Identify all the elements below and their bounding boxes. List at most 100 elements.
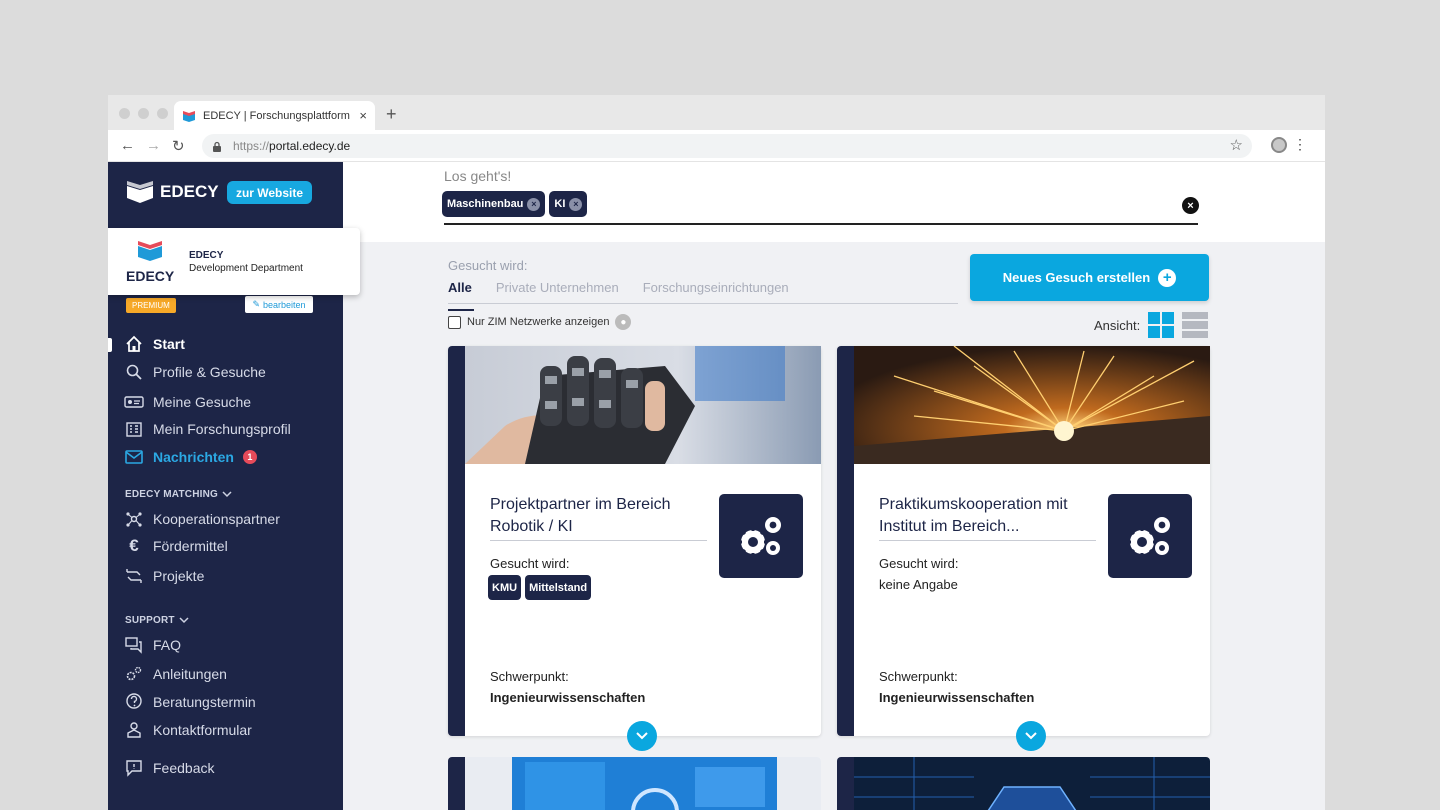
tab-close-icon[interactable]: × xyxy=(359,108,367,123)
chevron-down-icon xyxy=(222,491,232,498)
sidebar-item-label: Kooperationspartner xyxy=(153,511,280,527)
gears-icon xyxy=(1108,494,1192,578)
card-title[interactable]: Praktikumskooperation mit Institut im Be… xyxy=(879,494,1096,541)
card-stripe xyxy=(837,346,854,736)
search-icon xyxy=(124,362,144,382)
sidebar-item-meine-gesuche[interactable]: Meine Gesuche xyxy=(124,392,251,412)
expand-card-button[interactable] xyxy=(627,721,657,751)
active-indicator xyxy=(108,338,112,352)
sidebar-item-start[interactable]: Start xyxy=(124,334,185,354)
tag: KMU xyxy=(488,575,522,600)
sidebar-item-label: Beratungstermin xyxy=(153,694,256,710)
edecy-favicon-icon xyxy=(183,110,195,122)
reload-icon[interactable]: ↻ xyxy=(172,137,185,155)
unread-count-badge: 1 xyxy=(242,450,257,464)
request-card[interactable] xyxy=(448,757,821,810)
robot-hand-image xyxy=(465,346,821,464)
profile-logo: EDECY xyxy=(126,240,174,284)
sidebar-item-projekte[interactable]: Projekte xyxy=(124,566,204,586)
chevron-down-icon xyxy=(636,732,648,740)
gears-icon xyxy=(719,494,803,578)
request-card[interactable] xyxy=(837,757,1210,810)
card-title-line: Institut im Bereich... xyxy=(879,518,1020,535)
tab-private-unternehmen[interactable]: Private Unternehmen xyxy=(496,280,619,303)
sidebar-logo[interactable]: EDECY xyxy=(126,180,219,204)
url-host: portal.edecy.de xyxy=(269,139,351,153)
url-input[interactable]: https:// portal.edecy.de xyxy=(202,134,1252,158)
chip-label: Maschinenbau xyxy=(447,198,524,210)
tab-forschungseinrichtungen[interactable]: Forschungseinrichtungen xyxy=(643,280,789,303)
chat-icon xyxy=(124,635,144,655)
browser-menu-icon[interactable]: ⋮ xyxy=(1293,136,1307,153)
website-button[interactable]: zur Website xyxy=(227,181,312,204)
sidebar-item-label: Profile & Gesuche xyxy=(153,364,266,380)
sidebar-item-nachrichten[interactable]: Nachrichten 1 xyxy=(124,447,257,467)
zim-checkbox[interactable] xyxy=(448,315,461,329)
sidebar-item-faq[interactable]: FAQ xyxy=(124,635,181,655)
browser-profile-avatar[interactable] xyxy=(1271,137,1287,153)
sought-value: keine Angabe xyxy=(879,577,958,592)
globe-icon[interactable]: ● xyxy=(615,314,632,330)
euro-icon: € xyxy=(129,536,139,555)
browser-tab[interactable]: EDECY | Forschungsplattform × xyxy=(174,101,375,130)
edit-profile-button[interactable]: ✎ bearbeiten xyxy=(245,296,313,313)
search-panel: Los geht's! Maschinenbau × KI × × xyxy=(343,162,1325,242)
search-chip[interactable]: Maschinenbau × xyxy=(442,191,546,217)
search-chip[interactable]: KI × xyxy=(549,191,588,217)
minimize-window-dot[interactable] xyxy=(138,108,149,119)
card-title-line: Praktikumskooperation mit xyxy=(879,496,1068,513)
sidebar-item-feedback[interactable]: Feedback xyxy=(124,758,214,778)
sidebar-item-anleitungen[interactable]: Anleitungen xyxy=(124,664,227,684)
sidebar-item-profile-gesuche[interactable]: Profile & Gesuche xyxy=(124,362,266,382)
forward-arrow-icon[interactable]: → xyxy=(146,137,161,154)
focus-label: Schwerpunkt: xyxy=(879,669,958,684)
chip-remove-icon[interactable]: × xyxy=(527,197,541,211)
sidebar-item-forschungsprofil[interactable]: Mein Forschungsprofil xyxy=(124,419,291,439)
browser-window: EDECY | Forschungsplattform × + ← → ↻ ht… xyxy=(108,95,1325,810)
lock-icon xyxy=(213,141,221,152)
expand-card-button[interactable] xyxy=(1016,721,1046,751)
sidebar-item-foerdermittel[interactable]: € Fördermittel xyxy=(124,536,227,556)
new-tab-button[interactable]: + xyxy=(386,104,397,125)
maximize-window-dot[interactable] xyxy=(157,108,168,119)
building-icon xyxy=(124,419,144,439)
sidebar-item-label: Meine Gesuche xyxy=(153,394,252,410)
sidebar-item-label: Start xyxy=(153,336,185,352)
sidebar: EDECY zur Website EDECY EDECY Developmen… xyxy=(108,162,360,810)
profile-card[interactable]: EDECY EDECY Development Department xyxy=(108,228,360,295)
matching-section-toggle[interactable]: EDECY MATCHING xyxy=(125,489,232,500)
id-card-icon xyxy=(124,392,144,412)
profile-logo-text: EDECY xyxy=(126,268,175,284)
chip-remove-icon[interactable]: × xyxy=(569,197,583,211)
card-stripe xyxy=(448,346,465,736)
view-switcher: Ansicht: xyxy=(1094,312,1209,338)
bookmark-star-icon[interactable]: ☆ xyxy=(1230,136,1243,154)
chevron-down-icon xyxy=(179,617,189,624)
request-card[interactable]: Praktikumskooperation mit Institut im Be… xyxy=(837,346,1210,751)
sidebar-item-kooperationspartner[interactable]: Kooperationspartner xyxy=(124,509,280,529)
feedback-icon xyxy=(124,758,144,778)
card-stripe xyxy=(837,757,854,810)
grid-view-icon[interactable] xyxy=(1148,312,1175,338)
zim-filter[interactable]: Nur ZIM Netzwerke anzeigen ● xyxy=(448,314,632,330)
view-label: Ansicht: xyxy=(1094,317,1141,333)
back-arrow-icon[interactable]: ← xyxy=(120,137,135,154)
sought-label: Gesucht wird: xyxy=(490,556,570,571)
sidebar-item-beratungstermin[interactable]: Beratungstermin xyxy=(124,692,256,712)
search-input-underline[interactable] xyxy=(444,223,1198,225)
new-request-button[interactable]: Neues Gesuch erstellen + xyxy=(970,254,1209,301)
close-window-dot[interactable] xyxy=(119,108,130,119)
sidebar-item-kontaktformular[interactable]: Kontaktformular xyxy=(124,720,252,740)
network-icon xyxy=(124,509,144,529)
card-title-line: Projektpartner im Bereich xyxy=(490,496,671,513)
request-card[interactable]: Projektpartner im Bereich Robotik / KI G… xyxy=(448,346,821,751)
filter-tabs: Alle Private Unternehmen Forschungseinri… xyxy=(448,280,958,311)
list-view-icon[interactable] xyxy=(1182,312,1209,338)
clear-search-icon[interactable]: × xyxy=(1182,197,1199,214)
card-title[interactable]: Projektpartner im Bereich Robotik / KI xyxy=(490,494,707,541)
focus-label: Schwerpunkt: xyxy=(490,669,569,684)
home-icon xyxy=(124,334,144,354)
support-section-toggle[interactable]: SUPPORT xyxy=(125,615,189,626)
project-icon xyxy=(124,566,144,586)
tab-alle[interactable]: Alle xyxy=(448,280,474,311)
